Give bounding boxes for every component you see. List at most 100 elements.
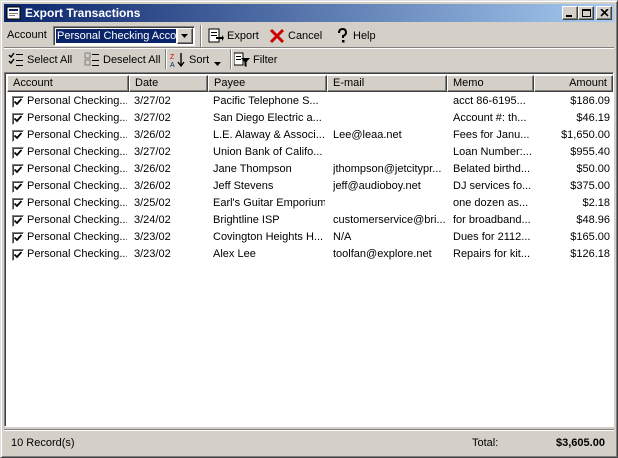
check-icon [14,132,22,140]
row-checkbox[interactable] [12,215,24,227]
cell-amount: $50.00 [576,163,610,175]
cell-payee: Jeff Stevens [213,180,274,192]
cell-payee: San Diego Electric a... [213,112,322,124]
row-checkbox[interactable] [12,164,24,176]
cell-amount: $1,650.00 [561,129,610,141]
cell-memo: for broadband... [453,214,531,226]
svg-text:A: A [170,62,175,68]
table-row[interactable]: Personal Checking... 3/26/02 L.E. Alaway &… [7,127,613,144]
cell-date: 3/26/02 [134,129,171,141]
cell-date: 3/23/02 [134,248,171,260]
filter-label: Filter [253,54,278,66]
column-header-date[interactable]: Date [129,75,208,92]
maximize-button[interactable] [578,6,594,20]
minimize-button[interactable] [562,6,578,20]
cell-date: 3/25/02 [134,197,171,209]
table-row[interactable]: Personal Checking... 3/25/02 Earl's Guitar… [7,195,613,212]
cell-account: Personal Checking... [27,214,127,226]
cell-amount: $48.96 [576,214,610,226]
cell-payee: Alex Lee [213,248,256,260]
cell-account: Personal Checking... [27,95,127,107]
table-row[interactable]: Personal Checking... 3/23/02 Alex Lee toolf… [7,246,613,263]
filter-button[interactable]: Filter [233,51,280,69]
select-all-button[interactable]: Select All [8,51,76,69]
selection-toolbar: Select All Deselect All Z A Sort Filter [4,49,614,71]
row-checkbox[interactable] [12,232,24,244]
window-title: Export Transactions [25,6,141,20]
cell-memo: Fees for Janu... [453,129,530,141]
row-checkbox[interactable] [12,181,24,193]
cell-account: Personal Checking... [27,163,127,175]
cell-account: Personal Checking... [27,197,127,209]
close-button[interactable] [596,6,612,20]
toolbar-separator [165,49,167,69]
check-icon [14,234,22,242]
column-header-memo[interactable]: Memo [447,75,534,92]
cell-amount: $186.09 [570,95,610,107]
maximize-icon [582,9,591,17]
cell-account: Personal Checking... [27,112,127,124]
row-checkbox[interactable] [12,130,24,142]
cell-amount: $46.19 [576,112,610,124]
select-all-label: Select All [27,54,73,66]
cell-amount: $2.18 [582,197,610,209]
column-header-payee[interactable]: Payee [208,75,327,92]
cell-date: 3/27/02 [134,95,171,107]
svg-text:Z: Z [170,54,175,61]
cell-payee: Pacific Telephone S... [213,95,319,107]
table-row[interactable]: Personal Checking... 3/27/02 Union Bank of… [7,144,613,161]
table-row[interactable]: Personal Checking... 3/27/02 San Diego Ele… [7,110,613,127]
table-row[interactable]: Personal Checking... 3/26/02 Jeff Stevens j… [7,178,613,195]
cell-memo: Belated birthd... [453,163,531,175]
cell-account: Personal Checking... [27,248,127,260]
row-checkbox[interactable] [12,249,24,261]
export-button[interactable]: Export [208,27,264,45]
check-icon [14,149,22,157]
check-icon [14,217,22,225]
cell-payee: Jane Thompson [213,163,292,175]
account-select[interactable]: Personal Checking Accou [53,26,195,46]
row-checkbox[interactable] [12,96,24,108]
cancel-x-icon [269,28,285,44]
export-icon [208,28,224,44]
cell-account: Personal Checking... [27,146,127,158]
account-toolbar: Account Personal Checking Accou Export C… [4,24,614,48]
cell-email: jthompson@jetcitypr... [333,163,442,175]
sort-dropdown-icon[interactable] [214,57,221,69]
cancel-button[interactable]: Cancel [269,27,325,45]
row-checkbox[interactable] [12,113,24,125]
cell-memo: acct 86-6195... [453,95,526,107]
sort-az-icon: Z A [170,52,186,69]
cell-date: 3/27/02 [134,112,171,124]
check-icon [14,166,22,174]
row-checkbox[interactable] [12,147,24,159]
cell-memo: DJ services fo... [453,180,532,192]
help-label: Help [353,30,376,42]
column-header-amount[interactable]: Amount [534,75,613,92]
list-header: Account Date Payee E-mail Memo Amount [7,75,613,92]
row-checkbox[interactable] [12,198,24,210]
filter-icon [233,52,250,68]
sort-button[interactable]: Z A Sort [170,51,228,69]
transactions-list[interactable]: Account Date Payee E-mail Memo Amount Pe… [4,72,614,427]
cell-memo: Repairs for kit... [453,248,531,260]
deselect-all-button[interactable]: Deselect All [84,51,164,69]
account-select-value: Personal Checking Accou [55,28,177,44]
title-bar[interactable]: Export Transactions [4,4,614,22]
cell-memo: Dues for 2112... [453,231,531,243]
cell-account: Personal Checking... [27,231,127,243]
table-row[interactable]: Personal Checking... 3/24/02 Brightline IS… [7,212,613,229]
column-header-account[interactable]: Account [7,75,129,92]
column-header-email[interactable]: E-mail [327,75,447,92]
cell-amount: $126.18 [570,248,610,260]
table-row[interactable]: Personal Checking... 3/26/02 Jane Thompson… [7,161,613,178]
cell-email: toolfan@explore.net [333,248,432,260]
table-row[interactable]: Personal Checking... 3/27/02 Pacific Telep… [7,93,613,110]
toolbar-separator [200,25,202,47]
account-dropdown-button[interactable] [177,28,193,44]
cell-memo: one dozen as... [453,197,529,209]
check-icon [14,183,22,191]
help-button[interactable]: Help [334,27,380,45]
cell-date: 3/26/02 [134,163,171,175]
table-row[interactable]: Personal Checking... 3/23/02 Covington Hei… [7,229,613,246]
